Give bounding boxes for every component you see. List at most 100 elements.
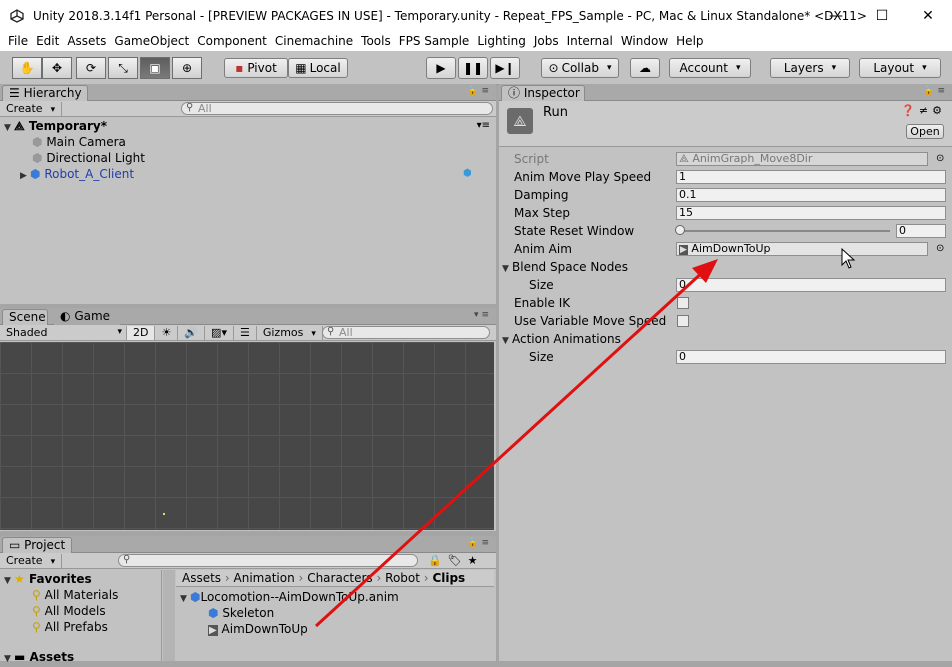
anim-aim-field[interactable]: ▶ AimDownToUp <box>676 242 928 256</box>
move-tool-icon[interactable]: ✥ <box>42 57 72 79</box>
layers-dropdown[interactable]: Layers <box>770 58 850 78</box>
object-picker-icon[interactable]: ⊙ <box>936 241 944 257</box>
audio-toggle-icon[interactable]: 🔊 <box>178 325 206 340</box>
step-button[interactable]: ▶❙ <box>490 57 520 79</box>
breadcrumb-item[interactable]: Characters <box>307 571 373 585</box>
tab-project[interactable]: ▭ Project <box>2 537 72 553</box>
blend-space-size-input[interactable]: 0 <box>676 278 946 292</box>
menu-tools[interactable]: Tools <box>361 34 391 48</box>
menu-jobs[interactable]: Jobs <box>534 34 559 48</box>
shading-mode-dropdown[interactable]: Shaded ▾ <box>0 325 127 340</box>
model-icon: ⬢ <box>190 590 201 604</box>
lighting-toggle-icon[interactable]: ☀ <box>155 325 179 340</box>
close-icon[interactable]: ✕ <box>905 0 951 31</box>
enable-ik-checkbox[interactable] <box>677 297 689 309</box>
panel-lock-menu-icon[interactable]: 🔒≡ <box>467 86 492 96</box>
expand-arrow-icon[interactable]: ▼ <box>4 120 14 136</box>
action-animations-size-input[interactable]: 0 <box>676 350 946 364</box>
rect-tool-icon[interactable]: ▣ <box>140 57 170 79</box>
open-button[interactable]: Open <box>906 124 944 139</box>
state-reset-window-input[interactable]: 0 <box>896 224 946 238</box>
hierarchy-item-robot[interactable]: ▶ ⬢ Robot_A_Client <box>20 166 134 184</box>
project-panel-menu-icon[interactable]: 🔒≡ <box>467 538 492 548</box>
collapsed-arrow-icon[interactable]: ▶ <box>20 168 30 184</box>
account-dropdown[interactable]: Account <box>669 58 751 78</box>
expand-arrow-icon[interactable]: ▼ <box>4 573 14 589</box>
minimize-icon[interactable]: — <box>813 0 859 31</box>
rotate-tool-icon[interactable]: ⟳ <box>76 57 106 79</box>
object-picker-icon[interactable]: ⊙ <box>936 151 944 167</box>
use-variable-move-speed-checkbox[interactable] <box>677 315 689 327</box>
scene-panel-menu-icon[interactable]: ▾≡ <box>474 310 492 320</box>
tab-hierarchy[interactable]: ☰ Hierarchy <box>2 85 88 101</box>
menu-internal[interactable]: Internal <box>567 34 613 48</box>
menu-component[interactable]: Component <box>197 34 267 48</box>
header-icons[interactable]: ❓≠⚙ <box>901 104 946 117</box>
breadcrumb-item[interactable]: Assets <box>182 571 221 585</box>
project-filter-icons[interactable]: 🔒🏷★ <box>428 554 484 567</box>
pivot-button[interactable]: ▪ Pivot <box>224 58 288 78</box>
action-animations-foldout[interactable]: ▼ Action Animations <box>502 331 621 349</box>
transform-tool-icon[interactable]: ⊕ <box>172 57 202 79</box>
hierarchy-item-directional-light[interactable]: ⬢ Directional Light <box>32 150 145 166</box>
pause-button[interactable]: ❚❚ <box>458 57 488 79</box>
max-step-input[interactable]: 15 <box>676 206 946 220</box>
collab-dropdown[interactable]: ⊙ Collab <box>541 58 619 78</box>
maximize-icon[interactable]: ☐ <box>859 0 905 31</box>
project-create-dropdown[interactable]: Create <box>0 553 63 568</box>
breadcrumb-item[interactable]: Robot <box>385 571 420 585</box>
effects-toggle-icon[interactable]: ▨▾ <box>205 325 234 340</box>
expand-arrow-icon[interactable]: ▼ <box>4 651 14 667</box>
menu-file[interactable]: File <box>8 34 28 48</box>
inspector-tab-label: Inspector <box>523 86 580 100</box>
hierarchy-create-dropdown[interactable]: Create <box>0 101 63 116</box>
menu-lighting[interactable]: Lighting <box>477 34 526 48</box>
local-button[interactable]: ▦ Local <box>288 58 348 78</box>
inspector-menu-icon[interactable]: 🔒≡ <box>923 86 948 96</box>
scene-search-input[interactable]: ⚲ All <box>322 326 490 339</box>
tab-game[interactable]: ◐ Game <box>54 309 120 325</box>
scene-menu-icon[interactable]: ▾≡ <box>477 118 490 134</box>
damping-input[interactable]: 0.1 <box>676 188 946 202</box>
tab-inspector[interactable]: ⓘ Inspector <box>501 85 585 101</box>
field-label-enable-ik: Enable IK <box>514 296 571 310</box>
prefab-override-icon[interactable]: ⬢ <box>463 166 472 182</box>
search-icon: ⚲ <box>123 554 131 565</box>
fav-all-prefabs[interactable]: ⚲ All Prefabs <box>32 619 108 635</box>
state-reset-slider-track[interactable] <box>680 230 890 232</box>
fav-all-materials[interactable]: ⚲ All Materials <box>32 587 118 603</box>
hierarchy-item-main-camera[interactable]: ⬢ Main Camera <box>32 134 126 150</box>
menu-edit[interactable]: Edit <box>36 34 59 48</box>
gizmos-dropdown[interactable]: Gizmos <box>257 325 323 340</box>
layout-dropdown[interactable]: Layout <box>859 58 941 78</box>
tab-scene[interactable]: Scene <box>2 309 48 325</box>
play-button[interactable]: ▶ <box>426 57 456 79</box>
scale-tool-icon[interactable]: ⤡ <box>108 57 138 79</box>
expand-arrow-icon[interactable]: ▼ <box>180 591 190 607</box>
scene-viewport[interactable] <box>0 342 494 530</box>
menu-window[interactable]: Window <box>621 34 668 48</box>
breadcrumb: Assets › Animation › Characters › Robot … <box>176 570 494 587</box>
2d-toggle[interactable]: 2D <box>127 325 156 340</box>
hand-tool-icon[interactable]: ✋ <box>12 57 42 79</box>
breadcrumb-item[interactable]: Animation <box>234 571 295 585</box>
project-search-input[interactable]: ⚲ <box>118 554 418 567</box>
project-tree-scrollbar[interactable] <box>163 570 175 661</box>
menu-fps-sample[interactable]: FPS Sample <box>399 34 470 48</box>
state-reset-slider-thumb[interactable] <box>675 225 685 235</box>
assets-root-item[interactable]: ▼ ▬ Assets <box>4 649 74 667</box>
menu-cinemachine[interactable]: Cinemachine <box>275 34 353 48</box>
anim-move-play-speed-input[interactable]: 1 <box>676 170 946 184</box>
fav-all-models[interactable]: ⚲ All Models <box>32 603 106 619</box>
blend-space-nodes-foldout[interactable]: ▼ Blend Space Nodes <box>502 259 628 277</box>
file-item-aimdowntoup[interactable]: ▶ AimDownToUp <box>208 621 308 639</box>
file-item-skeleton[interactable]: ⬢ Skeleton <box>208 605 274 621</box>
menu-help[interactable]: Help <box>676 34 703 48</box>
menu-assets[interactable]: Assets <box>67 34 106 48</box>
menu-gameobject[interactable]: GameObject <box>114 34 189 48</box>
hierarchy-search-input[interactable]: ⚲ All <box>181 102 493 115</box>
cloud-button[interactable]: ☁ <box>630 58 660 78</box>
breadcrumb-item[interactable]: Clips <box>432 571 465 585</box>
script-field[interactable]: ⟁ AnimGraph_Move8Dir <box>676 152 928 166</box>
scene-visibility-icon[interactable]: ☰ <box>234 325 257 340</box>
